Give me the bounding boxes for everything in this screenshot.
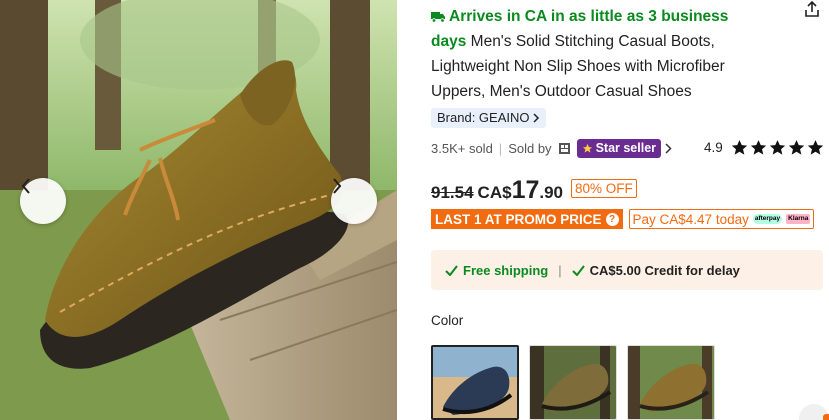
star-icon — [750, 140, 766, 155]
currency-prefix: CA$ — [477, 183, 512, 202]
star-icon — [582, 143, 592, 153]
store-icon — [558, 142, 570, 154]
price-row: 91.54 CA$ 17 .90 80% OFF — [431, 176, 637, 205]
swatch-image — [433, 347, 517, 418]
chevron-right-icon — [533, 113, 540, 123]
promo-row: LAST 1 AT PROMO PRICE ? Pay CA$4.47 toda… — [431, 209, 815, 229]
swatch-image — [628, 346, 714, 419]
original-price: 91.54 — [431, 183, 474, 202]
chevron-right-icon[interactable] — [665, 142, 672, 154]
shipping-info-box[interactable]: Free shipping | CA$5.00 Credit for delay — [431, 250, 823, 290]
promo-badge[interactable]: LAST 1 AT PROMO PRICE ? — [431, 209, 623, 229]
price-cents: .90 — [539, 183, 564, 202]
floating-help-button[interactable] — [799, 404, 829, 420]
discount-badge: 80% OFF — [571, 179, 637, 198]
truck-icon — [431, 12, 445, 23]
divider: | — [558, 262, 562, 278]
chevron-left-icon — [21, 178, 30, 194]
sales-meta: 3.5K+ sold | Sold by Star seller — [431, 138, 672, 158]
rating-value: 4.9 — [704, 140, 723, 155]
pay-later-box[interactable]: Pay CA$4.47 today afterpay Klarna — [628, 209, 815, 229]
question-icon: ? — [605, 212, 619, 226]
promo-label: LAST 1 AT PROMO PRICE — [435, 211, 602, 227]
delay-credit-label: CA$5.00 Credit for delay — [589, 262, 740, 278]
color-swatch-navy[interactable] — [431, 345, 519, 420]
sold-by-label: Sold by — [508, 140, 552, 156]
star-icon — [731, 140, 747, 155]
color-section-label: Color — [431, 313, 464, 328]
rating-stars — [731, 139, 824, 156]
check-icon — [571, 264, 585, 276]
product-title: Arrives in CA in as little as 3 business… — [431, 4, 751, 104]
klarna-logo: Klarna — [786, 214, 811, 224]
share-icon[interactable] — [803, 0, 821, 18]
brand-label: Brand: GEAINO — [437, 110, 530, 125]
product-title-text: Men's Solid Stitching Casual Boots, Ligh… — [431, 33, 725, 100]
star-seller-label: Star seller — [595, 141, 657, 155]
gallery-prev-button[interactable] — [20, 178, 66, 224]
sold-count: 3.5K+ sold — [431, 140, 493, 156]
star-icon — [788, 140, 804, 155]
rating[interactable]: 4.9 — [704, 139, 824, 156]
afterpay-logo: afterpay — [752, 214, 783, 224]
free-shipping-label: Free shipping — [463, 262, 549, 278]
color-swatches — [431, 345, 715, 420]
pay-today-label: Pay CA$4.47 today — [632, 211, 749, 227]
color-swatch-khaki[interactable] — [529, 345, 617, 420]
brand-link[interactable]: Brand: GEAINO — [431, 108, 547, 128]
product-image-gallery[interactable] — [0, 0, 397, 420]
star-icon — [807, 140, 823, 155]
check-icon — [445, 264, 458, 276]
divider: | — [498, 140, 503, 156]
swatch-image — [530, 346, 616, 419]
gallery-next-button[interactable] — [331, 178, 377, 224]
star-seller-badge[interactable]: Star seller — [576, 138, 662, 158]
price-whole: 17 — [511, 176, 540, 204]
star-icon — [769, 140, 785, 155]
color-swatch-brown[interactable] — [627, 345, 715, 420]
chevron-right-icon — [333, 178, 342, 194]
